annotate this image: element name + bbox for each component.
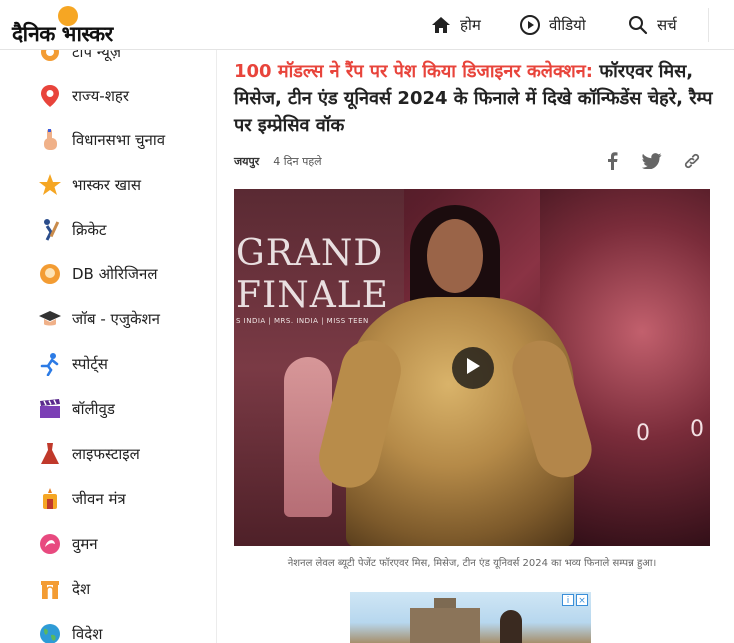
- site-logo[interactable]: दैनिक भास्कर: [12, 6, 142, 46]
- nav-home-label: होम: [460, 16, 481, 34]
- nav-search[interactable]: सर्च: [627, 0, 677, 50]
- sidebar-item-top-news[interactable]: टॉप न्यूज़: [0, 50, 216, 70]
- sidebar-item-db-original[interactable]: DB ओरिजिनल: [0, 256, 216, 292]
- sidebar-item-label: देश: [72, 580, 91, 598]
- play-circle-icon: [519, 14, 541, 36]
- globe-icon: [38, 622, 62, 643]
- sidebar-item-bhaskar-khas[interactable]: भास्कर खास: [0, 167, 216, 203]
- india-gate-icon: [38, 577, 62, 601]
- copy-link-button[interactable]: [679, 150, 705, 176]
- article-headline[interactable]: 100 मॉडल्स ने रैंप पर पेश किया डिजाइनर क…: [234, 58, 714, 139]
- dress-icon: [38, 442, 62, 466]
- sidebar-item-videsh[interactable]: विदेश: [0, 616, 216, 643]
- sidebar-item-label: भास्कर खास: [72, 176, 141, 194]
- ad-image-building: [410, 608, 480, 643]
- sidebar-item-label: स्पोर्ट्स: [72, 355, 108, 373]
- video-caption: नेशनल लेवल ब्यूटी पेजेंट फॉरएवर मिस, मिस…: [287, 558, 657, 569]
- sidebar-item-label: क्रिकेट: [72, 221, 107, 239]
- sidebar-item-election[interactable]: विधानसभा चुनाव: [0, 122, 216, 158]
- sidebar-item-label: लाइफस्टाइल: [72, 445, 140, 463]
- sidebar-item-label: राज्य-शहर: [72, 87, 130, 105]
- ad-choices-badge[interactable]: i ×: [562, 594, 588, 606]
- runner-icon: [38, 352, 62, 376]
- sidebar: टॉप न्यूज़ राज्य-शहर विधानसभा चुनाव भास्…: [0, 50, 217, 643]
- video-grand-text: GRAND FINALE: [236, 233, 389, 316]
- voting-finger-icon: [38, 128, 62, 152]
- article-main: 100 मॉडल्स ने रैंप पर पेश किया डिजाइनर क…: [217, 50, 734, 643]
- article-video[interactable]: GRAND FINALE S INDIA | MRS. INDIA | MISS…: [234, 189, 710, 546]
- sidebar-item-bollywood[interactable]: बॉलीवुड: [0, 391, 216, 427]
- graduation-cap-icon: [38, 307, 62, 331]
- sidebar-item-label: DB ओरिजिनल: [72, 265, 158, 283]
- star-icon: [38, 173, 62, 197]
- ad-image-person: [500, 610, 522, 643]
- nav-video-label: वीडियो: [549, 16, 586, 34]
- location-pin-icon: [38, 84, 62, 108]
- video-model-face: [427, 219, 483, 293]
- sidebar-item-lifestyle[interactable]: लाइफस्टाइल: [0, 436, 216, 472]
- clapperboard-icon: [38, 397, 62, 421]
- headline-highlight: 100 मॉडल्स ने रैंप पर पेश किया डिजाइनर क…: [234, 61, 593, 82]
- link-icon: [683, 152, 701, 174]
- sidebar-item-jeevan-mantra[interactable]: जीवन मंत्र: [0, 481, 216, 517]
- sidebar-item-cricket[interactable]: क्रिकेट: [0, 212, 216, 248]
- woman-icon: [38, 532, 62, 556]
- article-time: 4 दिन पहले: [273, 155, 322, 168]
- video-play-button[interactable]: [452, 347, 494, 389]
- sidebar-item-state-city[interactable]: राज्य-शहर: [0, 78, 216, 114]
- sidebar-item-label: विधानसभा चुनाव: [72, 131, 166, 149]
- advertisement-banner[interactable]: i ×: [350, 592, 591, 643]
- ad-close-icon[interactable]: ×: [576, 594, 588, 606]
- temple-lamp-icon: [38, 487, 62, 511]
- nav-video[interactable]: वीडियो: [519, 0, 586, 50]
- video-sub-text: S INDIA | MRS. INDIA | MISS TEEN: [236, 317, 369, 325]
- db-original-icon: [38, 262, 62, 286]
- video-backdrop-zero: 0: [690, 417, 704, 442]
- sidebar-item-job-education[interactable]: जॉब - एजुकेशन: [0, 301, 216, 337]
- facebook-share-button[interactable]: [599, 150, 625, 176]
- sidebar-item-label: बॉलीवुड: [72, 400, 115, 418]
- sidebar-item-label: वुमन: [72, 535, 98, 553]
- top-news-icon: [38, 50, 62, 64]
- sidebar-item-label: जीवन मंत्र: [72, 490, 126, 508]
- twitter-share-button[interactable]: [639, 150, 665, 176]
- nav-search-label: सर्च: [657, 16, 677, 34]
- facebook-icon: [606, 152, 618, 174]
- ad-info-icon[interactable]: i: [562, 594, 574, 606]
- sidebar-item-sports[interactable]: स्पोर्ट्स: [0, 346, 216, 382]
- home-icon: [430, 14, 452, 36]
- top-header: दैनिक भास्कर होम वीडियो सर्च: [0, 0, 734, 50]
- header-divider: [708, 8, 709, 42]
- video-backdrop-zero: 0: [636, 421, 650, 446]
- search-icon: [627, 14, 649, 36]
- logo-text: दैनिक भास्कर: [12, 22, 113, 46]
- sidebar-item-label: जॉब - एजुकेशन: [72, 310, 160, 328]
- play-icon: [465, 357, 481, 379]
- sidebar-item-women[interactable]: वुमन: [0, 526, 216, 562]
- sidebar-item-desh[interactable]: देश: [0, 571, 216, 607]
- twitter-icon: [641, 153, 662, 173]
- cricket-bat-icon: [38, 218, 62, 242]
- sidebar-item-label: विदेश: [72, 625, 103, 643]
- sidebar-item-label: टॉप न्यूज़: [72, 50, 121, 61]
- article-city[interactable]: जयपुर: [234, 154, 259, 169]
- nav-home[interactable]: होम: [430, 0, 481, 50]
- article-meta: जयपुर 4 दिन पहले: [234, 154, 322, 169]
